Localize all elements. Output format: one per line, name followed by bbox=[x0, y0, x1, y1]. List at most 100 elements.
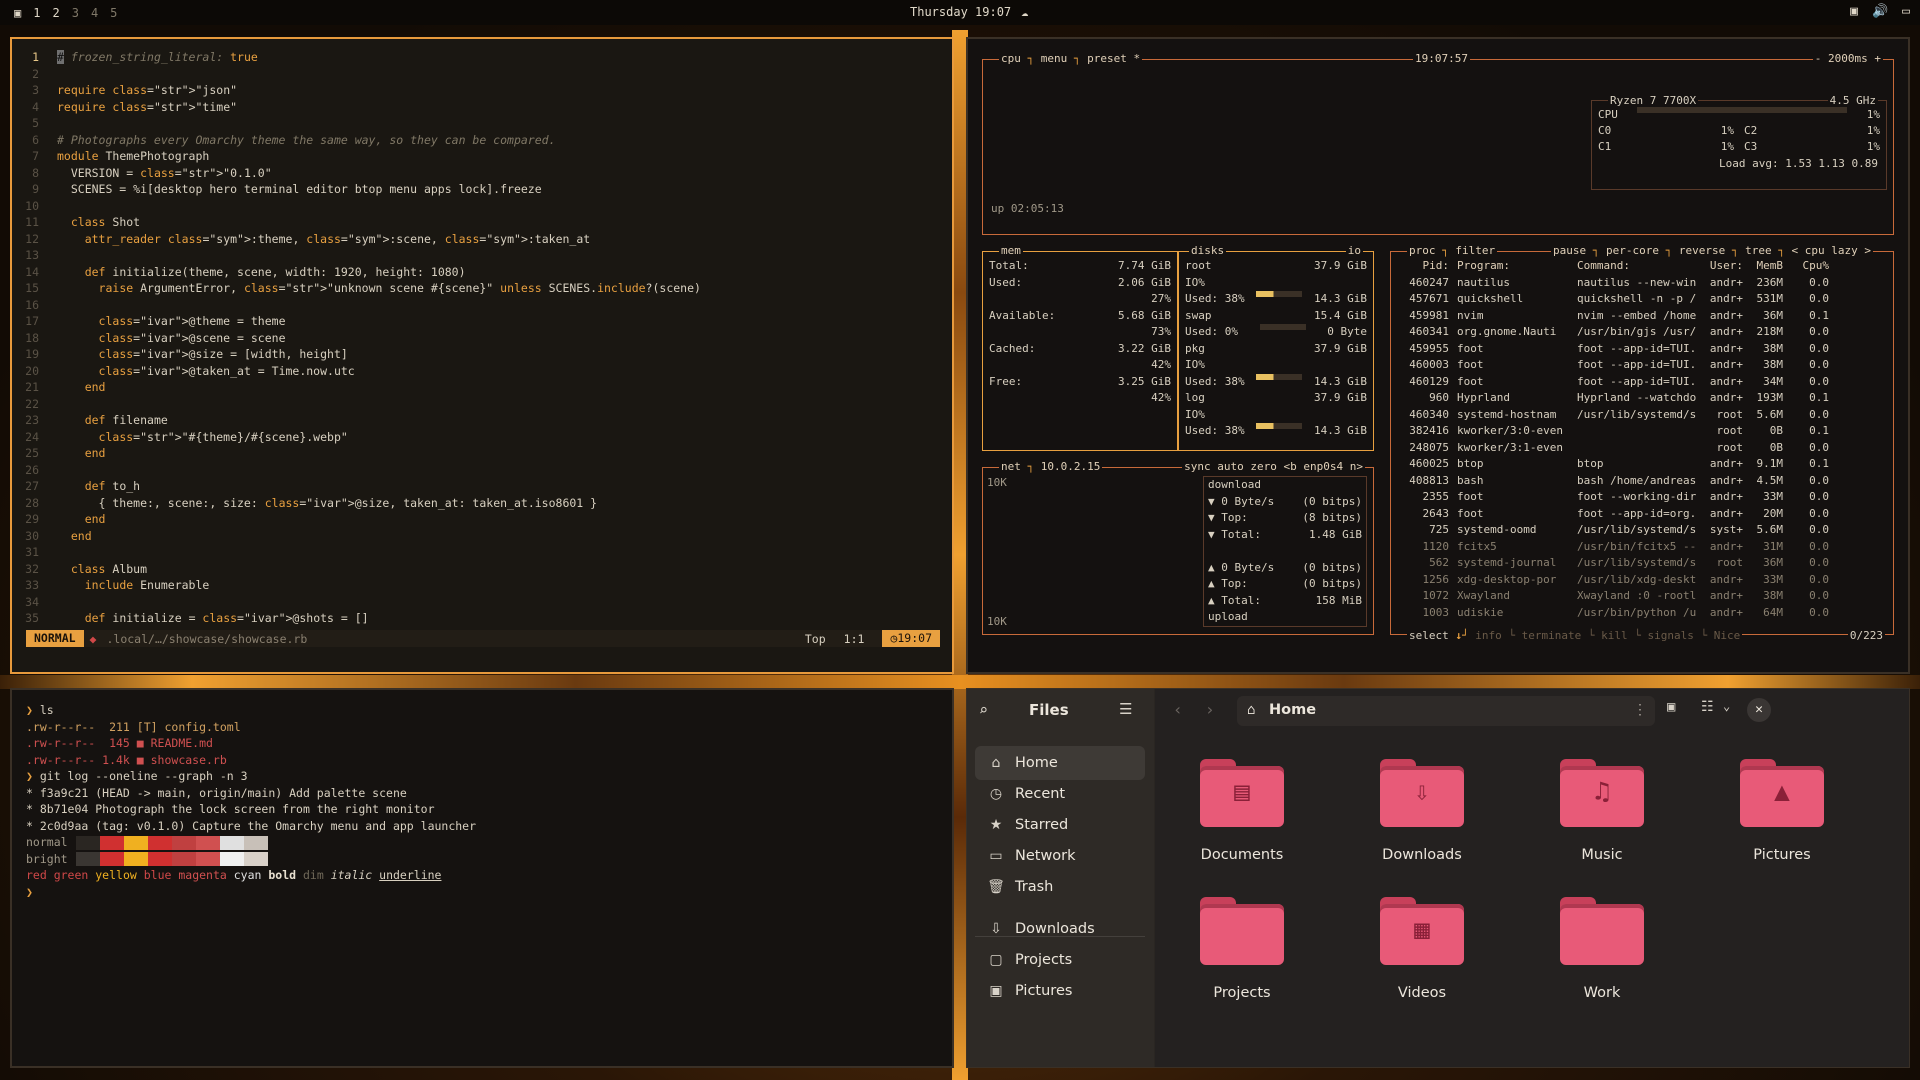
folder-work[interactable]: Work bbox=[1537, 897, 1667, 1007]
process-row[interactable]: 460340 systemd-hostnam/usr/lib/systemd/s r… bbox=[1397, 407, 1885, 424]
proc-nice[interactable]: Nice bbox=[1714, 629, 1741, 642]
code-line[interactable]: 7 module ThemePhotograph bbox=[12, 148, 952, 165]
io-toggle[interactable]: io bbox=[1345, 244, 1363, 257]
process-row[interactable]: 460129 foot foot --app-id=TUI. andr+ 34M 0.0 bbox=[1397, 374, 1885, 391]
folder-pictures[interactable]: ▲ Pictures bbox=[1717, 759, 1847, 869]
location-menu-icon[interactable]: ⋮ bbox=[1633, 702, 1647, 718]
layout-icon[interactable]: ▣ bbox=[14, 6, 21, 20]
proc-signals[interactable]: signals bbox=[1647, 629, 1693, 642]
code-line[interactable]: 23 def filename bbox=[12, 412, 952, 429]
net-sync-toggle[interactable]: sync bbox=[1184, 460, 1211, 473]
column-header[interactable]: MemB bbox=[1743, 258, 1784, 275]
list-view-icon[interactable]: ☷ bbox=[1701, 699, 1714, 715]
code-line[interactable]: 14 def initialize(theme, scene, width: 1… bbox=[12, 264, 952, 281]
process-row[interactable]: 725 systemd-oomd/usr/lib/systemd/s syst+ 5.… bbox=[1397, 522, 1885, 539]
code-line[interactable]: 32 class Album bbox=[12, 561, 952, 578]
code-line[interactable]: 5 bbox=[12, 115, 952, 132]
code-line[interactable]: 8 VERSION = class="str">"0.1.0" bbox=[12, 165, 952, 182]
folder-music[interactable]: ♫ Music bbox=[1537, 759, 1667, 869]
files-window[interactable]: ⌕ Files ☰ ⌂ Home ◷ Recent ★ Starred ▭ Network 🗑 T… bbox=[966, 688, 1910, 1068]
camera-icon[interactable]: ▣ bbox=[1667, 699, 1675, 715]
location-bar[interactable]: ⌂ Home ⋮ bbox=[1237, 696, 1655, 726]
proc-kill[interactable]: kill bbox=[1601, 629, 1628, 642]
window-icon[interactable]: ▣ bbox=[1850, 4, 1858, 19]
search-icon[interactable]: ⌕ bbox=[979, 701, 988, 719]
process-row[interactable]: 460025 btop btop andr+ 9.1M 0.1 bbox=[1397, 456, 1885, 473]
process-row[interactable]: 459955 foot foot --app-id=TUI. andr+ 38M 0.0 bbox=[1397, 341, 1885, 358]
volume-icon[interactable]: 🔊 bbox=[1872, 4, 1888, 19]
process-row[interactable]: 1003 udiskie/usr/bin/python /u andr+ 64M 0.0 bbox=[1397, 605, 1885, 622]
net-auto-toggle[interactable]: auto bbox=[1217, 460, 1244, 473]
code-line[interactable]: 4 require class="str">"time" bbox=[12, 99, 952, 116]
preset-tab[interactable]: preset * bbox=[1087, 52, 1140, 65]
back-icon[interactable]: ‹ bbox=[1173, 700, 1183, 719]
column-header[interactable]: Cpu% bbox=[1783, 258, 1830, 275]
proc-pause[interactable]: pause bbox=[1553, 244, 1586, 257]
code-line[interactable]: 27 def to_h bbox=[12, 478, 952, 495]
code-line[interactable]: 1 # frozen_string_literal: true bbox=[12, 49, 952, 66]
folder-downloads[interactable]: ⇩ Downloads bbox=[1357, 759, 1487, 869]
menu-tab[interactable]: menu bbox=[1041, 52, 1068, 65]
code-line[interactable]: 22 bbox=[12, 396, 952, 413]
proc-info[interactable]: info bbox=[1475, 629, 1502, 642]
column-header[interactable]: Pid: bbox=[1397, 258, 1450, 275]
code-line[interactable]: 24 class="str">"#{theme}/#{scene}.webp" bbox=[12, 429, 952, 446]
process-row[interactable]: 1120 fcitx5/usr/bin/fcitx5 -- andr+ 31M 0.0 bbox=[1397, 539, 1885, 556]
sidebar-item-starred[interactable]: ★ Starred bbox=[975, 808, 1145, 842]
net-zero-toggle[interactable]: zero bbox=[1250, 460, 1277, 473]
column-header[interactable]: Program: bbox=[1449, 258, 1569, 275]
process-table[interactable]: Pid: Program: Command: User: MemB Cpu% 460247 n… bbox=[1397, 258, 1885, 621]
code-line[interactable]: 15 raise ArgumentError, class="str">"unk… bbox=[12, 280, 952, 297]
proc-reverse[interactable]: reverse bbox=[1679, 244, 1725, 257]
process-row[interactable]: 457671 quickshell quickshell -n -p / andr+ 5… bbox=[1397, 291, 1885, 308]
code-line[interactable]: 13 bbox=[12, 247, 952, 264]
chevron-down-icon[interactable]: ⌄ bbox=[1723, 699, 1730, 713]
process-row[interactable]: 2355 foot foot --working-dir andr+ 33M 0.0 bbox=[1397, 489, 1885, 506]
terminal-line[interactable]: ❯ bbox=[26, 884, 476, 901]
code-line[interactable]: 35 def initialize = class="ivar">@shots … bbox=[12, 610, 952, 627]
display-icon[interactable]: ▭ bbox=[1902, 4, 1910, 19]
hamburger-menu-icon[interactable]: ☰ bbox=[1119, 700, 1132, 718]
code-line[interactable]: 17 class="ivar">@theme = theme bbox=[12, 313, 952, 330]
column-header[interactable]: User: bbox=[1701, 258, 1743, 275]
code-line[interactable]: 16 bbox=[12, 297, 952, 314]
folder-videos[interactable]: ▦ Videos bbox=[1357, 897, 1487, 1007]
process-row[interactable]: 1256 xdg-desktop-por/usr/lib/xdg-deskt and… bbox=[1397, 572, 1885, 589]
update-interval[interactable]: - 2000ms + bbox=[1812, 52, 1883, 65]
column-header[interactable]: Command: bbox=[1569, 258, 1701, 275]
code-line[interactable]: 30 end bbox=[12, 528, 952, 545]
code-line[interactable]: 21 end bbox=[12, 379, 952, 396]
process-row[interactable]: 459981 nvim nvim --embed /home andr+ 36M 0.1 bbox=[1397, 308, 1885, 325]
cpu-tab[interactable]: cpu bbox=[1001, 52, 1021, 65]
workspace-1[interactable]: 1 bbox=[33, 6, 40, 20]
code-line[interactable]: 9 SCENES = %i[desktop hero terminal edit… bbox=[12, 181, 952, 198]
code-line[interactable]: 11 class Shot bbox=[12, 214, 952, 231]
clock[interactable]: Thursday 19:07 ☁ bbox=[910, 5, 1028, 19]
code-line[interactable]: 12 attr_reader class="sym">:theme, class… bbox=[12, 231, 952, 248]
code-line[interactable]: 20 class="ivar">@taken_at = Time.now.utc bbox=[12, 363, 952, 380]
process-row[interactable]: 248075 kworker/3:1-even root 0B 0.0 bbox=[1397, 440, 1885, 457]
sidebar-item-trash[interactable]: 🗑 Trash bbox=[975, 870, 1145, 904]
code-line[interactable]: 10 bbox=[12, 198, 952, 215]
terminal-window[interactable]: ❯ ls .rw-r--r-- 211 [T] config.toml .rw-… bbox=[10, 688, 954, 1068]
editor-window[interactable]: 1 # frozen_string_literal: true 2 3 require … bbox=[10, 37, 954, 674]
code-line[interactable]: 3 require class="str">"json" bbox=[12, 82, 952, 99]
btop-window[interactable]: cpu ┐ menu ┐ preset * 19:07:57 - 2000ms … bbox=[966, 37, 1910, 674]
code-line[interactable]: 2 bbox=[12, 66, 952, 83]
process-row[interactable]: 1072 Xwayland Xwayland :0 -rootl andr+ 38M 0.… bbox=[1397, 588, 1885, 605]
folder-projects[interactable]: Projects bbox=[1177, 897, 1307, 1007]
folder-documents[interactable]: ▤ Documents bbox=[1177, 759, 1307, 869]
workspace-3[interactable]: 3 bbox=[72, 6, 79, 20]
process-row[interactable]: 562 systemd-journal/usr/lib/systemd/s root… bbox=[1397, 555, 1885, 572]
sidebar-item-network[interactable]: ▭ Network bbox=[975, 839, 1145, 873]
proc-per-core[interactable]: per-core bbox=[1606, 244, 1659, 257]
code-line[interactable]: 25 end bbox=[12, 445, 952, 462]
proc-terminate[interactable]: terminate bbox=[1522, 629, 1582, 642]
net-interface-selector[interactable]: <b enp0s4 n> bbox=[1284, 460, 1363, 473]
sidebar-item-pictures[interactable]: ▣ Pictures bbox=[975, 974, 1145, 1008]
process-row[interactable]: 460247 nautilus nautilus --new-win andr+ 236… bbox=[1397, 275, 1885, 292]
forward-icon[interactable]: › bbox=[1205, 700, 1215, 719]
editor-buffer[interactable]: 1 # frozen_string_literal: true 2 3 require … bbox=[12, 49, 952, 627]
code-line[interactable]: 19 class="ivar">@size = [width, height] bbox=[12, 346, 952, 363]
proc-sort[interactable]: < cpu lazy > bbox=[1791, 244, 1870, 257]
